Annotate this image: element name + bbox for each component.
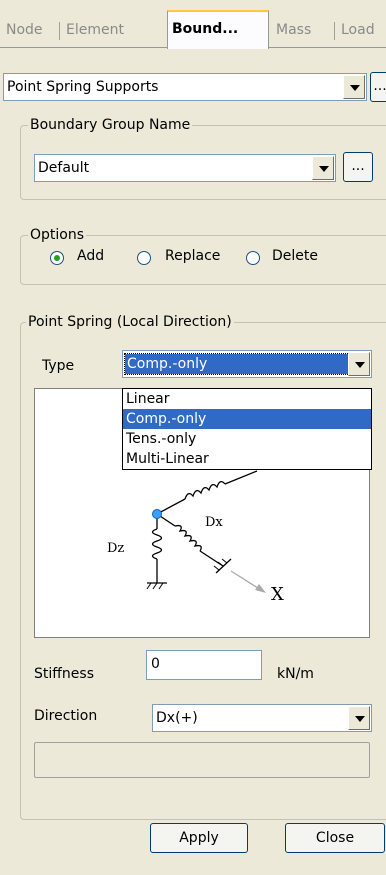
boundary-group-value: Default <box>38 160 90 176</box>
stiffness-input[interactable]: 0 <box>146 650 262 680</box>
tab-bar: Node Element Bound... Mass Load <box>0 0 386 49</box>
type-value: Comp.-only <box>124 353 350 375</box>
chevron-down-icon[interactable] <box>348 706 370 730</box>
stiffness-value: 0 <box>151 656 160 672</box>
x-axis-label: X <box>271 584 284 605</box>
direction-label: Direction <box>34 708 98 724</box>
ground-x-hatch <box>213 565 220 571</box>
tab-load[interactable]: Load <box>337 12 379 48</box>
type-select[interactable]: Comp.-only <box>122 350 372 378</box>
spring-coil-y <box>184 480 226 500</box>
type-option-tens-only[interactable]: Tens.-only <box>123 429 371 449</box>
chevron-down-icon[interactable] <box>343 75 365 99</box>
type-option-comp-only[interactable]: Comp.-only <box>123 409 371 429</box>
node-point <box>152 509 162 519</box>
dx-label: Dx <box>205 515 223 530</box>
ground-z-hatch <box>146 582 152 590</box>
ground-x-hatch <box>221 558 228 564</box>
support-type-more-button[interactable]: ... <box>370 72 386 102</box>
replace-radio-label[interactable]: Replace <box>165 248 220 264</box>
direction-select[interactable]: Dx(+) <box>152 704 372 732</box>
type-option-linear[interactable]: Linear <box>123 389 371 409</box>
point-spring-legend: Point Spring (Local Direction) <box>26 313 234 331</box>
apply-button-label: Apply <box>179 830 219 846</box>
ground-z-hatch <box>152 582 158 590</box>
options-legend: Options <box>28 226 87 244</box>
add-radio[interactable] <box>50 251 64 265</box>
x-axis-line <box>230 570 262 591</box>
chevron-down-icon[interactable] <box>312 156 334 180</box>
type-option-multi-linear[interactable]: Multi-Linear <box>123 449 371 469</box>
ground-x <box>215 558 232 574</box>
delete-radio[interactable] <box>246 251 260 265</box>
status-field <box>34 742 370 778</box>
type-dropdown-list[interactable]: Linear Comp.-only Tens.-only Multi-Linea… <box>122 388 372 470</box>
spring-line-y-end <box>224 470 258 485</box>
close-button-label: Close <box>315 830 355 846</box>
tab-node[interactable]: Node <box>2 12 47 48</box>
ground-z-hatch <box>158 582 164 590</box>
spring-coil-z <box>151 528 163 560</box>
chevron-down-icon[interactable] <box>348 352 370 376</box>
boundary-group-more-button[interactable]: ... <box>343 152 373 182</box>
tab-separator <box>59 22 60 40</box>
boundary-group-legend: Boundary Group Name <box>28 116 193 134</box>
tab-separator <box>334 22 335 40</box>
type-label: Type <box>42 358 75 374</box>
x-axis-arrow <box>255 584 266 593</box>
tab-boundary[interactable]: Bound... <box>167 10 269 49</box>
tab-element[interactable]: Element <box>62 12 128 48</box>
add-radio-label[interactable]: Add <box>77 248 104 264</box>
boundary-group-select[interactable]: Default <box>34 154 336 182</box>
tab-mass[interactable]: Mass <box>272 12 315 48</box>
apply-button[interactable]: Apply <box>150 823 248 853</box>
support-type-select[interactable]: Point Spring Supports <box>3 73 367 101</box>
dz-label: Dz <box>107 541 124 556</box>
replace-radio[interactable] <box>137 251 151 265</box>
close-button[interactable]: Close <box>285 823 385 853</box>
stiffness-label: Stiffness <box>34 666 94 682</box>
stiffness-unit: kN/m <box>277 666 314 682</box>
direction-value: Dx(+) <box>156 710 198 726</box>
delete-radio-label[interactable]: Delete <box>272 248 318 264</box>
support-type-value: Point Spring Supports <box>7 79 159 95</box>
spring-coil-x <box>174 524 202 552</box>
